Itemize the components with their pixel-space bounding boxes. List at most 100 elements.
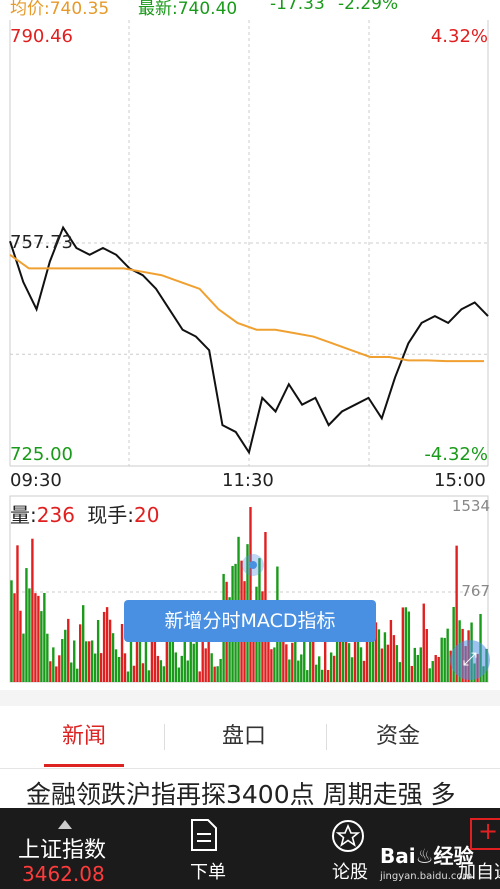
volume-bar: [443, 637, 446, 682]
order-label[interactable]: 下单: [190, 858, 226, 884]
volume-bar: [392, 635, 396, 682]
volume-bar: [25, 568, 28, 682]
volume-bar: [321, 669, 324, 682]
volume-bar: [216, 666, 219, 682]
intraday-price-chart[interactable]: 790.46 4.32% 757.73 725.00 -4.32%: [0, 20, 500, 490]
add-watchlist-icon[interactable]: +: [470, 817, 500, 850]
order-document-icon[interactable]: [188, 818, 220, 856]
quote-header: 均价:740.35 最新:740.40 -17.33 -2.29%: [0, 0, 500, 20]
volume-bar: [132, 665, 136, 682]
volume-bar: [428, 668, 431, 682]
tab-news[interactable]: 新闻: [4, 706, 164, 768]
volume-bar: [96, 619, 100, 682]
hand-value: 20: [134, 503, 160, 527]
hand-label: 现手:: [87, 503, 135, 527]
volume-bar: [61, 639, 64, 682]
tab-funds[interactable]: 资金: [318, 706, 478, 768]
volume-bar: [386, 644, 390, 682]
price-mid-label: 757.73: [10, 232, 73, 253]
volume-bar: [186, 660, 189, 682]
volume-bar: [49, 661, 52, 682]
volume-bar: [446, 628, 449, 682]
volume-chart[interactable]: 量:236 现手:20 1534 767: [0, 495, 500, 685]
volume-bar: [13, 593, 16, 682]
price-chart-svg: [9, 20, 489, 467]
volume-bar: [359, 647, 363, 682]
volume-bar: [43, 592, 46, 682]
volume-bar: [326, 669, 330, 682]
tooltip-anchor-dot: [242, 554, 264, 576]
volume-bar: [383, 632, 387, 682]
change-value: -17.33: [270, 0, 325, 14]
volume-bar: [120, 623, 124, 682]
pct-low-label: -4.32%: [424, 444, 488, 465]
volume-bar: [332, 655, 336, 682]
volume-bar: [270, 649, 273, 682]
volume-bar: [410, 665, 414, 682]
news-headline[interactable]: 金融领跌沪指再探3400点 周期走强 多: [26, 775, 456, 811]
volume-bar: [93, 653, 97, 682]
volume-bar: [76, 668, 79, 682]
info-tabs: 新闻 盘口 资金: [0, 706, 500, 769]
volume-bar: [285, 644, 288, 682]
volume-bar: [201, 640, 204, 682]
volume-bar: [219, 658, 222, 682]
expand-up-icon[interactable]: [58, 820, 72, 829]
volume-bar: [34, 593, 37, 682]
volume-bar: [82, 605, 85, 682]
volume-bar: [315, 664, 318, 682]
volume-max-tick: 1534: [451, 497, 490, 515]
volume-bar: [198, 671, 201, 682]
volume-bar: [64, 629, 67, 682]
volume-bar: [70, 662, 73, 682]
volume-readout: 量:236 现手:20: [10, 499, 160, 528]
volume-bar: [79, 624, 82, 682]
index-value: 3462.08: [22, 862, 105, 886]
volume-bar: [102, 611, 106, 682]
macd-tooltip[interactable]: 新增分时MACD指标: [124, 600, 376, 642]
volume-bar: [440, 637, 443, 682]
section-divider: [0, 690, 500, 706]
volume-bar: [114, 649, 118, 682]
volume-bar: [335, 637, 339, 682]
volume-bar: [46, 633, 49, 682]
volume-bar: [192, 643, 195, 682]
volume-bar: [84, 641, 88, 682]
volume-bar: [117, 656, 121, 682]
volume-bar: [147, 670, 151, 682]
forum-label[interactable]: 论股: [332, 858, 368, 884]
volume-bar: [362, 660, 366, 682]
volume-bar: [300, 654, 303, 682]
volume-bar: [31, 538, 34, 682]
volume-bar: [90, 640, 94, 682]
volume-bar: [437, 656, 440, 682]
volume-bar: [40, 611, 43, 682]
volume-bar: [87, 641, 91, 682]
latest-price-label: 最新:740.40: [138, 0, 238, 19]
baidu-watermark-logo: Bai♨经验 jingyan.baidu.com: [380, 844, 474, 882]
volume-bar: [407, 611, 411, 682]
volume-bar: [434, 655, 437, 682]
tab-orderbook[interactable]: 盘口: [164, 706, 324, 768]
volume-bar: [58, 655, 61, 682]
volume-bar: [180, 655, 183, 682]
volume-bar: [213, 666, 216, 682]
volume-bar: [19, 610, 22, 682]
volume-bar: [380, 648, 384, 682]
forum-star-icon[interactable]: [330, 818, 366, 858]
volume-bar: [419, 647, 422, 682]
volume-bar: [195, 638, 198, 682]
volume-bar: [171, 637, 175, 682]
expand-chart-button[interactable]: ⤢: [450, 640, 490, 680]
index-name[interactable]: 上证指数: [18, 832, 106, 864]
volume-bar: [177, 667, 180, 682]
volume-mid-tick: 767: [461, 582, 490, 600]
volume-bar: [422, 603, 425, 682]
avg-price-label: 均价:740.35: [10, 0, 110, 19]
price-low-label: 725.00: [10, 444, 73, 465]
volume-bar: [123, 653, 127, 682]
volume-bar: [249, 507, 252, 682]
change-percent: -2.29%: [338, 0, 399, 14]
volume-bar: [291, 642, 294, 682]
volume-bar: [10, 580, 13, 682]
